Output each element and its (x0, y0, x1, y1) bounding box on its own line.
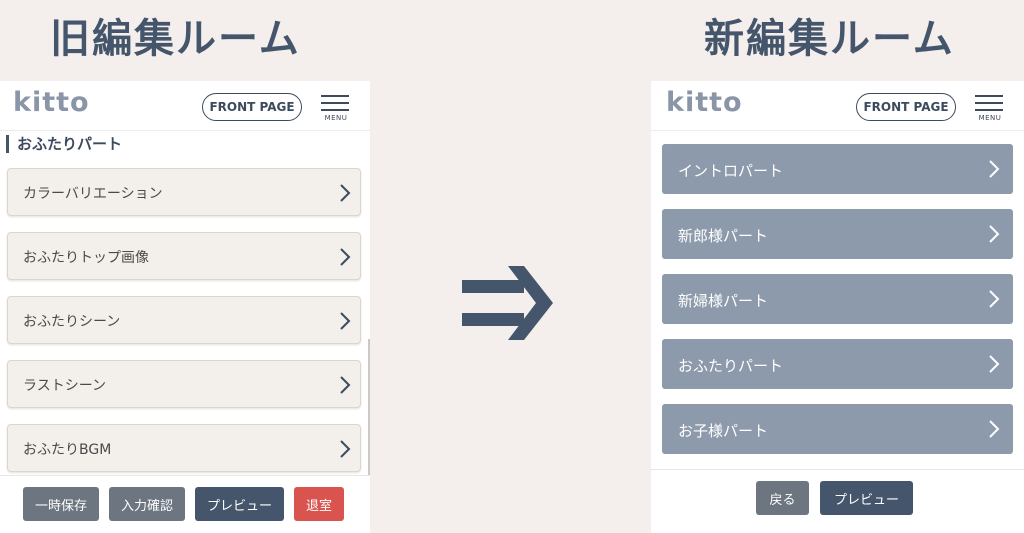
hamburger-menu-icon[interactable]: MENU (975, 94, 1005, 124)
chevron-right-icon (989, 420, 1000, 438)
part-item-couple[interactable]: おふたりパート (662, 339, 1013, 389)
chevron-right-icon (989, 290, 1000, 308)
front-page-button[interactable]: FRONT PAGE (856, 93, 956, 121)
part-item-children[interactable]: お子様パート (662, 404, 1013, 454)
chevron-right-icon (340, 440, 351, 458)
chevron-right-icon (340, 376, 351, 394)
part-item-groom[interactable]: 新郎様パート (662, 209, 1013, 259)
input-confirm-button[interactable]: 入力確認 (109, 487, 185, 521)
temporary-save-button[interactable]: 一時保存 (23, 487, 99, 521)
menu-label: MENU (978, 114, 1002, 122)
part-item-label: 新郎様パート (678, 227, 769, 245)
hamburger-menu-icon[interactable]: MENU (321, 94, 351, 124)
action-bar: 一時保存 入力確認 プレビュー 退室 (0, 475, 370, 533)
double-line-arrow-right-icon (462, 266, 553, 340)
list-item-top-image[interactable]: おふたりトップ画像 (7, 232, 361, 280)
kitto-logo[interactable]: kitto (13, 87, 90, 118)
menu-label: MENU (324, 114, 348, 122)
new-edit-room-heading: 新編集ルーム (704, 16, 955, 62)
part-item-bride[interactable]: 新婦様パート (662, 274, 1013, 324)
preview-button[interactable]: プレビュー (820, 481, 913, 515)
chevron-right-icon (989, 160, 1000, 178)
chevron-right-icon (340, 184, 351, 202)
kitto-logo[interactable]: kitto (666, 87, 743, 118)
list-item-label: おふたりBGM (23, 442, 112, 458)
exit-room-button[interactable]: 退室 (294, 487, 344, 521)
old-edit-room-screen: kitto FRONT PAGE MENU おふたりパート カラーバリエーション… (0, 81, 370, 533)
chevron-right-icon (340, 248, 351, 266)
preview-button[interactable]: プレビュー (195, 487, 284, 521)
part-item-label: おふたりパート (678, 357, 784, 375)
list-item-color-variation[interactable]: カラーバリエーション (7, 168, 361, 216)
list-item-label: カラーバリエーション (23, 186, 163, 202)
chevron-right-icon (340, 312, 351, 330)
action-bar: 戻る プレビュー (651, 469, 1024, 527)
list-item-last-scene[interactable]: ラストシーン (7, 360, 361, 408)
part-item-label: 新婦様パート (678, 292, 769, 310)
new-edit-room-screen: kitto FRONT PAGE MENU イントロパート 新郎様パート 新婦様… (651, 81, 1024, 533)
front-page-button[interactable]: FRONT PAGE (202, 93, 302, 121)
chevron-right-icon (989, 225, 1000, 243)
part-item-label: イントロパート (678, 162, 784, 180)
list-item-label: ラストシーン (23, 378, 107, 394)
list-item-label: おふたりトップ画像 (23, 250, 149, 266)
part-item-intro[interactable]: イントロパート (662, 144, 1013, 194)
old-edit-room-heading: 旧編集ルーム (50, 16, 301, 62)
list-item-bgm[interactable]: おふたりBGM (7, 424, 361, 472)
header-bar: kitto FRONT PAGE MENU (0, 81, 370, 131)
list-item-couple-scene[interactable]: おふたりシーン (7, 296, 361, 344)
back-button[interactable]: 戻る (756, 481, 809, 515)
chevron-right-icon (989, 355, 1000, 373)
list-item-label: おふたりシーン (23, 314, 121, 330)
header-bar: kitto FRONT PAGE MENU (651, 81, 1024, 131)
part-item-label: お子様パート (678, 422, 769, 440)
section-title: おふたりパート (6, 135, 122, 153)
